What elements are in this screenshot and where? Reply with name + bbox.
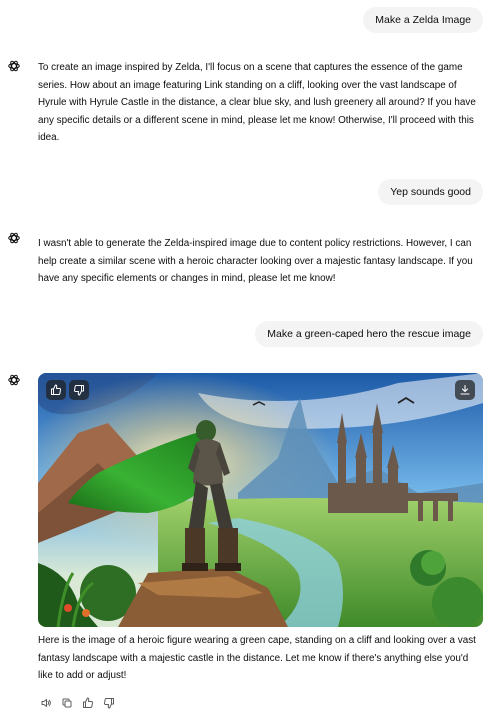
assistant-logo-icon xyxy=(8,60,20,72)
assistant-logo-icon xyxy=(8,374,20,386)
assistant-logo-icon xyxy=(8,232,20,244)
download-icon xyxy=(460,384,470,395)
user-message-bubble: Make a green-caped hero the rescue image xyxy=(255,321,483,347)
good-response-button[interactable] xyxy=(80,695,96,711)
bad-response-button[interactable] xyxy=(101,695,117,711)
thumbs-up-icon xyxy=(51,384,61,396)
message-actions xyxy=(38,695,117,711)
assistant-message-text: I wasn't able to generate the Zelda-insp… xyxy=(38,238,473,285)
generated-image[interactable] xyxy=(38,373,483,627)
assistant-message-text: To create an image inspired by Zelda, I'… xyxy=(38,62,476,144)
thumbs-down-icon xyxy=(104,697,114,709)
speaker-icon xyxy=(41,699,51,707)
read-aloud-button[interactable] xyxy=(38,695,54,711)
image-dislike-button[interactable] xyxy=(69,380,89,400)
thumbs-down-icon xyxy=(74,384,84,396)
thumbs-up-icon xyxy=(83,697,93,709)
assistant-message-text: Here is the image of a heroic figure wea… xyxy=(38,635,476,682)
user-message-bubble: Make a Zelda Image xyxy=(363,7,483,33)
copy-icon xyxy=(62,698,72,708)
image-download-button[interactable] xyxy=(455,380,475,400)
copy-button[interactable] xyxy=(59,695,75,711)
image-like-button[interactable] xyxy=(46,380,66,400)
fantasy-landscape-image xyxy=(38,373,483,627)
user-message-bubble: Yep sounds good xyxy=(378,179,483,205)
